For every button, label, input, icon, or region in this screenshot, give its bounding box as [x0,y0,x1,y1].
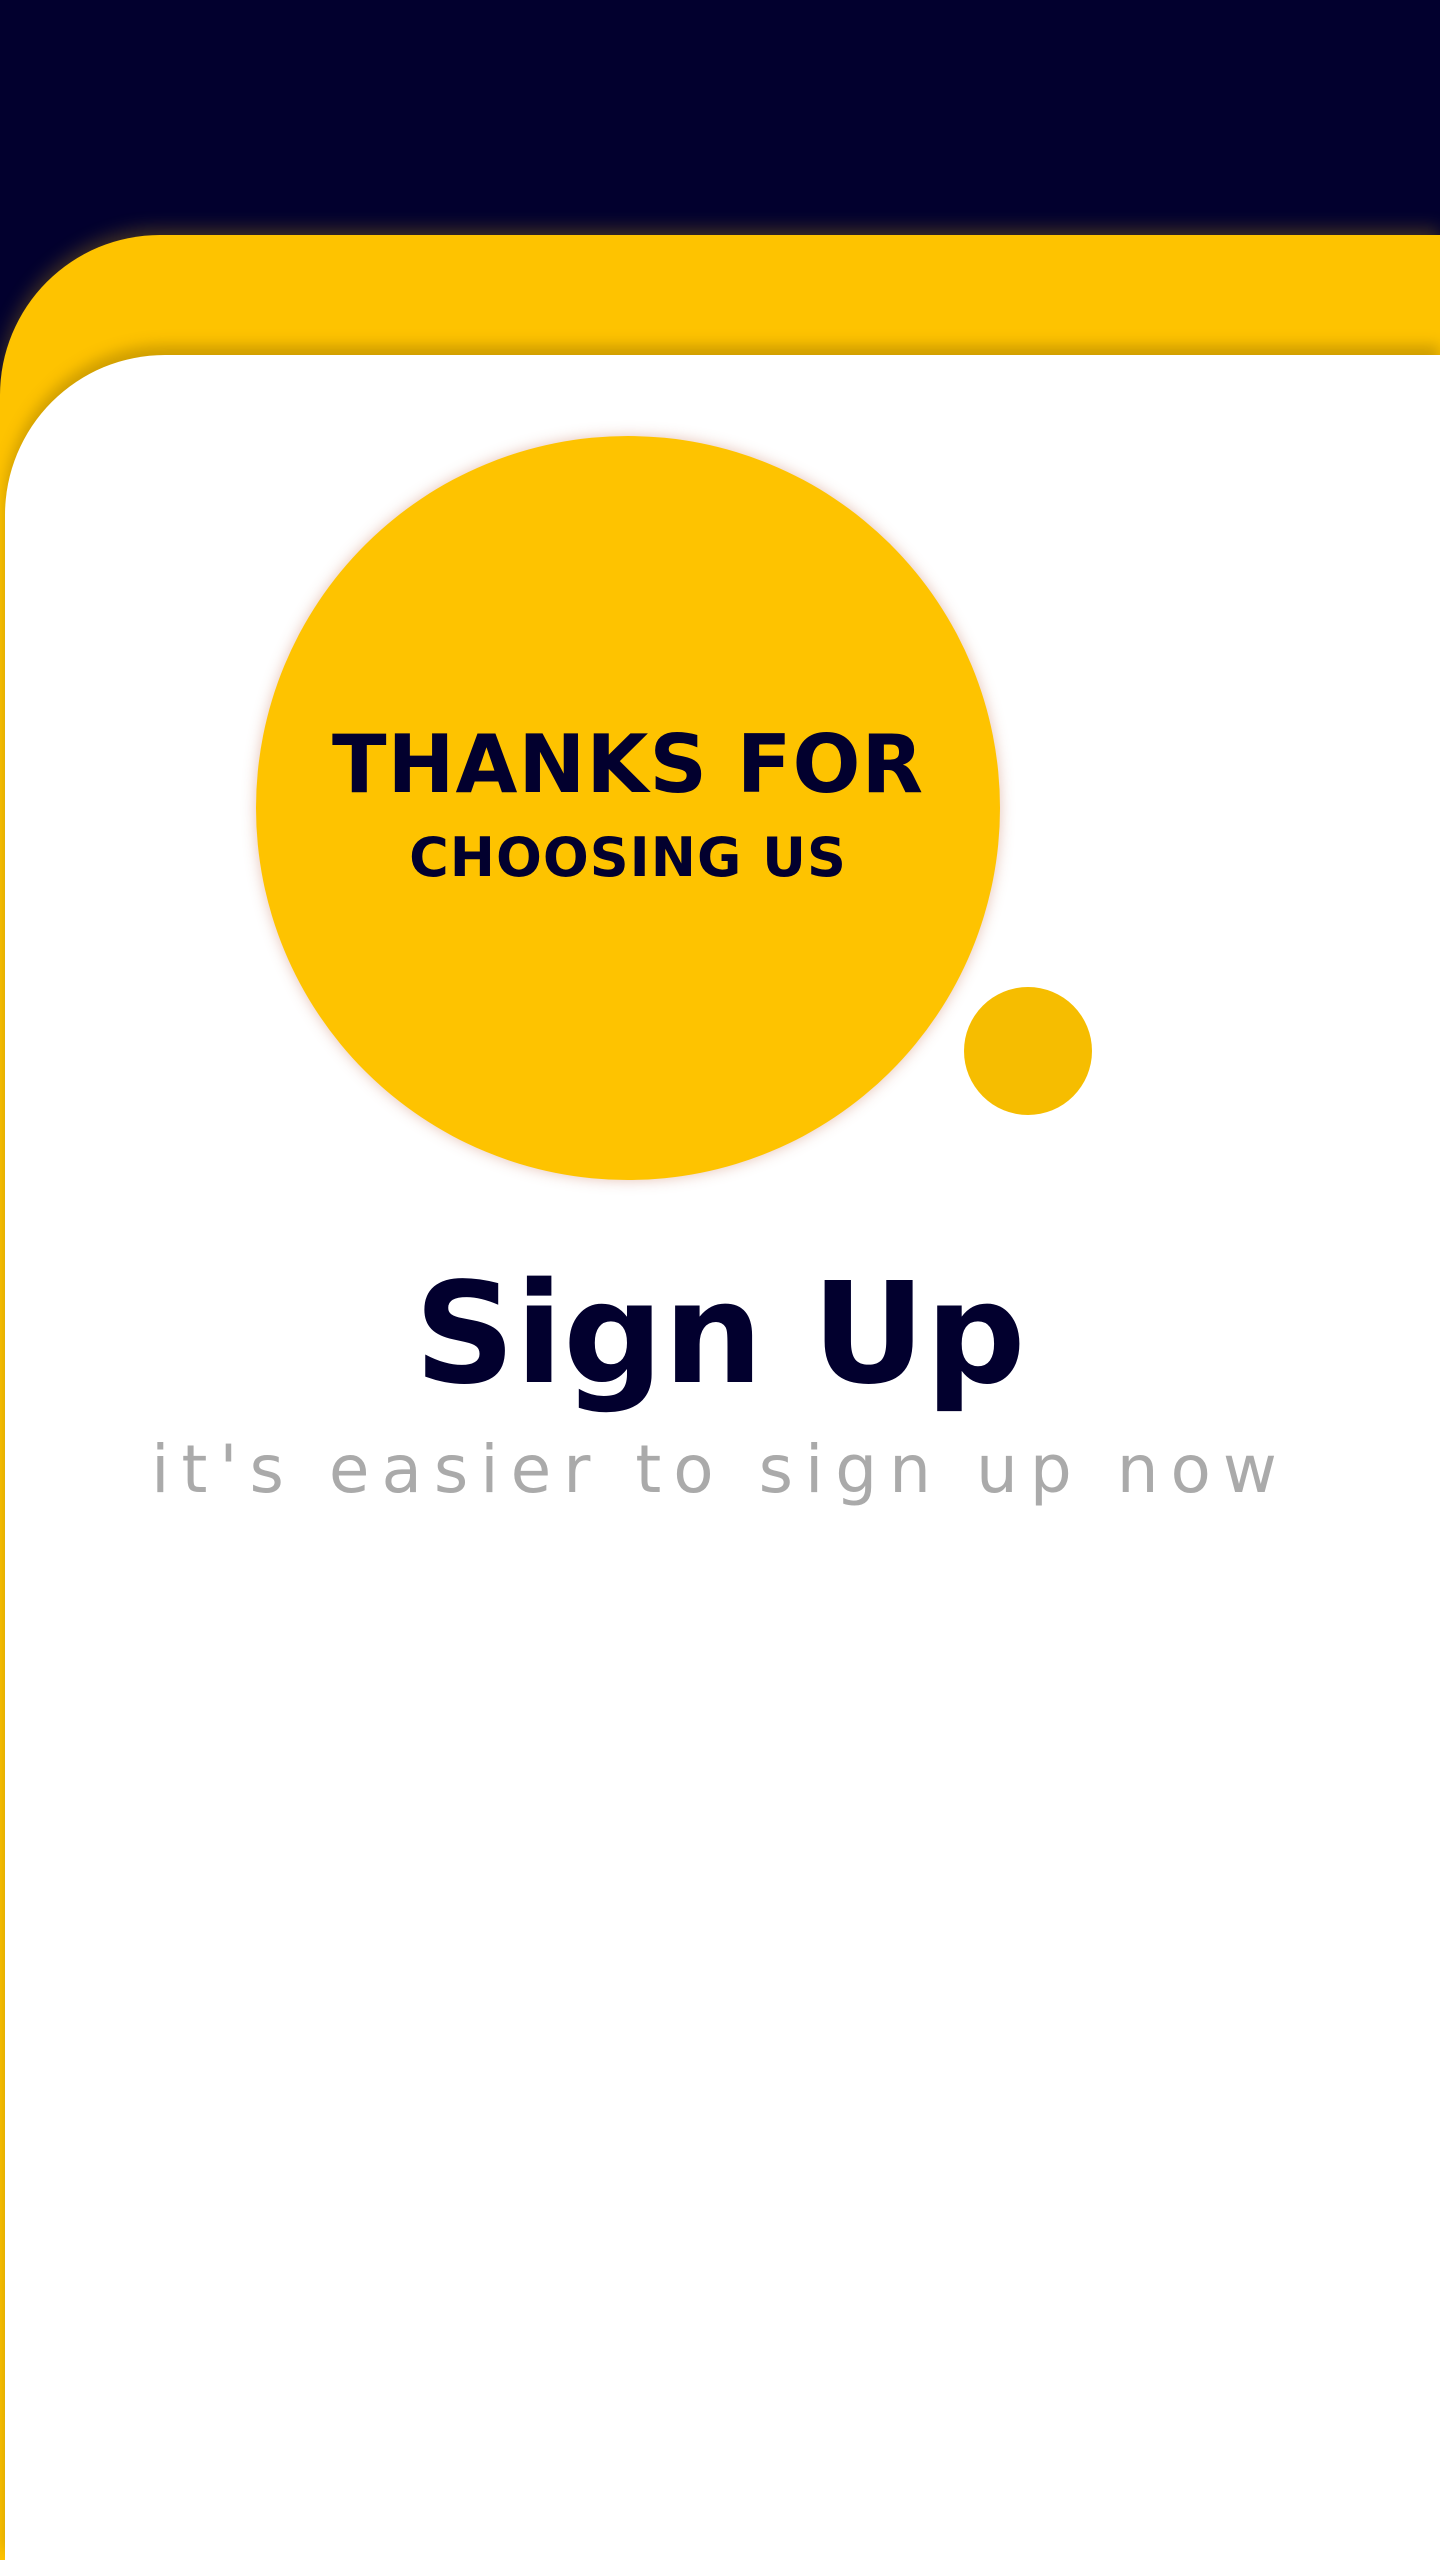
page-title: Sign Up [414,1253,1026,1416]
page-subtitle: it's easier to sign up now [151,1431,1289,1508]
thanks-heading-line-1: THANKS FOR [331,718,925,811]
thanks-heading-line-2: CHOOSING US [409,826,847,889]
decorative-dot [964,987,1092,1115]
thanks-circle-badge: THANKS FOR CHOOSING US [256,436,1000,1180]
